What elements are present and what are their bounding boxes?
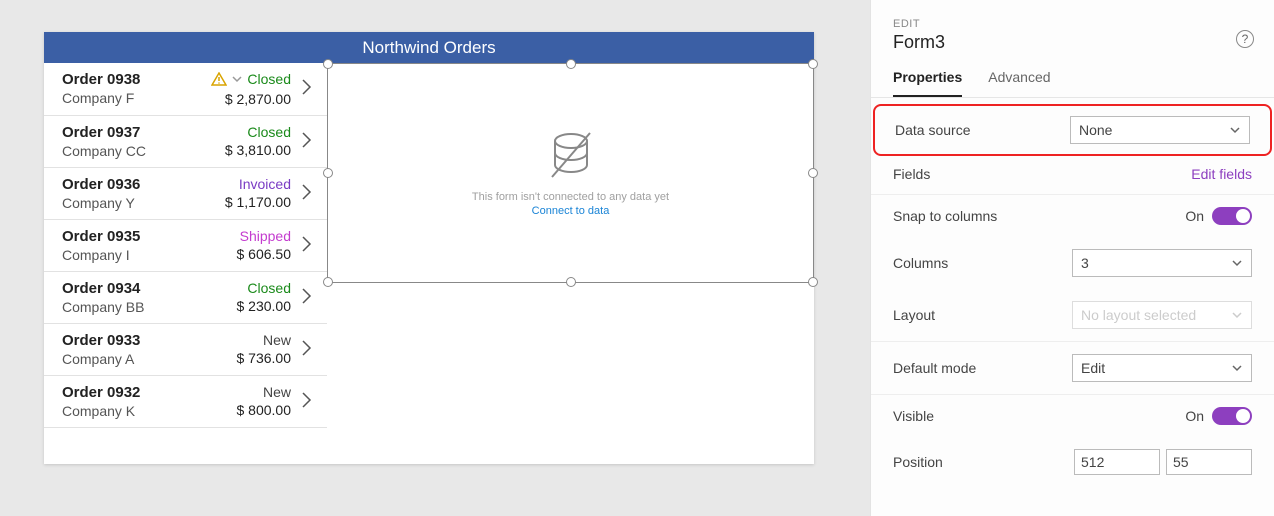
order-id: Order 0933 xyxy=(62,332,199,349)
connect-to-data-link[interactable]: Connect to data xyxy=(532,205,610,217)
order-id: Order 0936 xyxy=(62,176,199,193)
order-item[interactable]: Order 0932 Company KNew $ 800.00 xyxy=(44,376,327,428)
order-item[interactable]: Order 0935 Company IShipped $ 606.50 xyxy=(44,220,327,272)
position-label: Position xyxy=(893,454,1074,470)
order-id: Order 0937 xyxy=(62,124,199,141)
control-name: Form3 xyxy=(893,32,1252,53)
app-title: Northwind Orders xyxy=(362,38,495,58)
resize-handle[interactable] xyxy=(808,277,818,287)
resize-handle[interactable] xyxy=(566,59,576,69)
default-mode-select[interactable]: Edit xyxy=(1072,354,1252,382)
fields-label: Fields xyxy=(893,166,1191,182)
chevron-down-icon xyxy=(1229,124,1241,136)
order-amount: $ 3,810.00 xyxy=(199,142,291,158)
order-item[interactable]: Order 0938 Company F Closed $ 2,870.00 xyxy=(44,63,327,116)
chevron-right-icon xyxy=(299,129,313,154)
position-y-value: 55 xyxy=(1173,454,1189,470)
order-company: Company K xyxy=(62,403,199,419)
default-mode-value: Edit xyxy=(1081,360,1105,376)
chevron-right-icon xyxy=(299,389,313,414)
position-y-input[interactable]: 55 xyxy=(1166,449,1252,475)
order-item[interactable]: Order 0936 Company YInvoiced $ 1,170.00 xyxy=(44,168,327,220)
order-status: Closed xyxy=(199,71,291,89)
resize-handle[interactable] xyxy=(808,59,818,69)
order-status: Closed xyxy=(199,124,291,140)
form-control[interactable]: This form isn't connected to any data ye… xyxy=(327,63,814,283)
snap-label: Snap to columns xyxy=(893,208,1185,224)
chevron-right-icon xyxy=(299,337,313,362)
data-source-value: None xyxy=(1079,122,1112,138)
layout-label: Layout xyxy=(893,307,1072,323)
data-source-select[interactable]: None xyxy=(1070,116,1250,144)
position-x-input[interactable]: 512 xyxy=(1074,449,1160,475)
app-title-bar: Northwind Orders xyxy=(44,32,814,63)
properties-panel: EDIT Form3 ? Properties Advanced Data so… xyxy=(870,0,1274,516)
resize-handle[interactable] xyxy=(808,168,818,178)
tab-properties[interactable]: Properties xyxy=(893,69,962,97)
order-company: Company Y xyxy=(62,195,199,211)
order-id: Order 0934 xyxy=(62,280,199,297)
order-amount: $ 800.00 xyxy=(199,402,291,418)
warning-icon xyxy=(211,72,227,89)
order-status: Closed xyxy=(199,280,291,296)
order-amount: $ 230.00 xyxy=(199,298,291,314)
order-status: New xyxy=(199,332,291,348)
order-status: Shipped xyxy=(199,228,291,244)
layout-value: No layout selected xyxy=(1081,307,1196,323)
resize-handle[interactable] xyxy=(323,277,333,287)
order-amount: $ 1,170.00 xyxy=(199,194,291,210)
order-company: Company I xyxy=(62,247,199,263)
order-company: Company A xyxy=(62,351,199,367)
order-id: Order 0932 xyxy=(62,384,199,401)
orders-gallery[interactable]: Order 0938Company F Closed$ 2,870.00Orde… xyxy=(44,63,327,464)
edit-fields-link[interactable]: Edit fields xyxy=(1191,166,1252,182)
resize-handle[interactable] xyxy=(566,277,576,287)
position-x-value: 512 xyxy=(1081,454,1104,470)
tab-advanced[interactable]: Advanced xyxy=(988,69,1050,97)
order-id: Order 0935 xyxy=(62,228,199,245)
layout-select[interactable]: No layout selected xyxy=(1072,301,1252,329)
chevron-right-icon xyxy=(299,285,313,310)
app-canvas: Northwind Orders Order 0938 Company F Clo… xyxy=(44,32,814,464)
chevron-down-icon xyxy=(230,72,244,89)
order-company: Company CC xyxy=(62,143,199,159)
chevron-down-icon xyxy=(1231,257,1243,269)
order-item[interactable]: Order 0934 Company BBClosed $ 230.00 xyxy=(44,272,327,324)
chevron-right-icon xyxy=(299,233,313,258)
chevron-down-icon xyxy=(1231,362,1243,374)
order-amount: $ 736.00 xyxy=(199,350,291,366)
chevron-right-icon xyxy=(299,181,313,206)
order-company: Company BB xyxy=(62,299,199,315)
visible-on-text: On xyxy=(1185,408,1204,424)
snap-on-text: On xyxy=(1185,208,1204,224)
order-status: Invoiced xyxy=(199,176,291,192)
panel-mode-label: EDIT xyxy=(893,18,1252,30)
snap-toggle[interactable] xyxy=(1212,207,1252,225)
order-item[interactable]: Order 0933 Company ANew $ 736.00 xyxy=(44,324,327,376)
order-amount: $ 2,870.00 xyxy=(199,91,291,107)
data-source-label: Data source xyxy=(895,122,1070,138)
order-amount: $ 606.50 xyxy=(199,246,291,262)
order-item[interactable]: Order 0937 Company CCClosed $ 3,810.00 xyxy=(44,116,327,168)
order-id: Order 0938 xyxy=(62,71,199,88)
visible-label: Visible xyxy=(893,408,1185,424)
columns-label: Columns xyxy=(893,255,1072,271)
chevron-down-icon xyxy=(1231,309,1243,321)
resize-handle[interactable] xyxy=(323,59,333,69)
columns-value: 3 xyxy=(1081,255,1089,271)
resize-handle[interactable] xyxy=(323,168,333,178)
columns-select[interactable]: 3 xyxy=(1072,249,1252,277)
help-icon[interactable]: ? xyxy=(1236,30,1254,48)
database-icon xyxy=(546,129,596,183)
visible-toggle[interactable] xyxy=(1212,407,1252,425)
order-company: Company F xyxy=(62,90,199,106)
chevron-right-icon xyxy=(299,76,313,101)
default-mode-label: Default mode xyxy=(893,360,1072,376)
data-source-row-highlight: Data source None xyxy=(875,106,1270,154)
empty-form-message: This form isn't connected to any data ye… xyxy=(472,191,669,203)
order-status: New xyxy=(199,384,291,400)
